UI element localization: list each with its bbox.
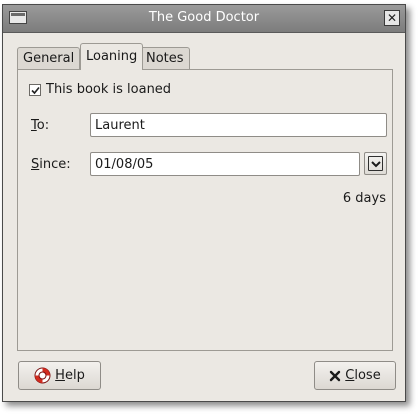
chevron-down-icon bbox=[371, 161, 381, 168]
window-close-icon[interactable]: ✕ bbox=[384, 10, 400, 26]
since-label: Since: bbox=[31, 157, 71, 172]
to-label: To: bbox=[31, 118, 50, 133]
lifebuoy-icon bbox=[34, 367, 51, 384]
check-icon bbox=[31, 86, 40, 94]
tab-loaning[interactable]: Loaning bbox=[80, 43, 144, 70]
close-button[interactable]: Close bbox=[314, 361, 396, 390]
title-bar[interactable]: The Good Doctor ✕ bbox=[3, 5, 405, 33]
window-title: The Good Doctor bbox=[148, 10, 260, 25]
x-icon bbox=[330, 370, 341, 381]
to-field[interactable] bbox=[90, 113, 387, 137]
tab-notes[interactable]: Notes bbox=[140, 47, 190, 69]
help-button[interactable]: Help bbox=[18, 361, 101, 390]
since-date-field[interactable] bbox=[90, 152, 360, 176]
date-dropdown-button[interactable] bbox=[364, 152, 387, 175]
loaned-checkbox[interactable] bbox=[29, 83, 41, 96]
loaning-panel: This book is loaned To: Since: 6 days bbox=[17, 69, 393, 351]
loaned-checkbox-label: This book is loaned bbox=[46, 82, 172, 97]
close-button-label: Close bbox=[345, 368, 381, 383]
loan-duration: 6 days bbox=[342, 191, 386, 206]
help-button-label: Help bbox=[55, 368, 85, 383]
dialog-window: The Good Doctor ✕ General Loaning Notes … bbox=[2, 4, 406, 402]
loaned-checkbox-row[interactable]: This book is loaned bbox=[29, 82, 171, 97]
tab-general[interactable]: General bbox=[17, 47, 81, 69]
